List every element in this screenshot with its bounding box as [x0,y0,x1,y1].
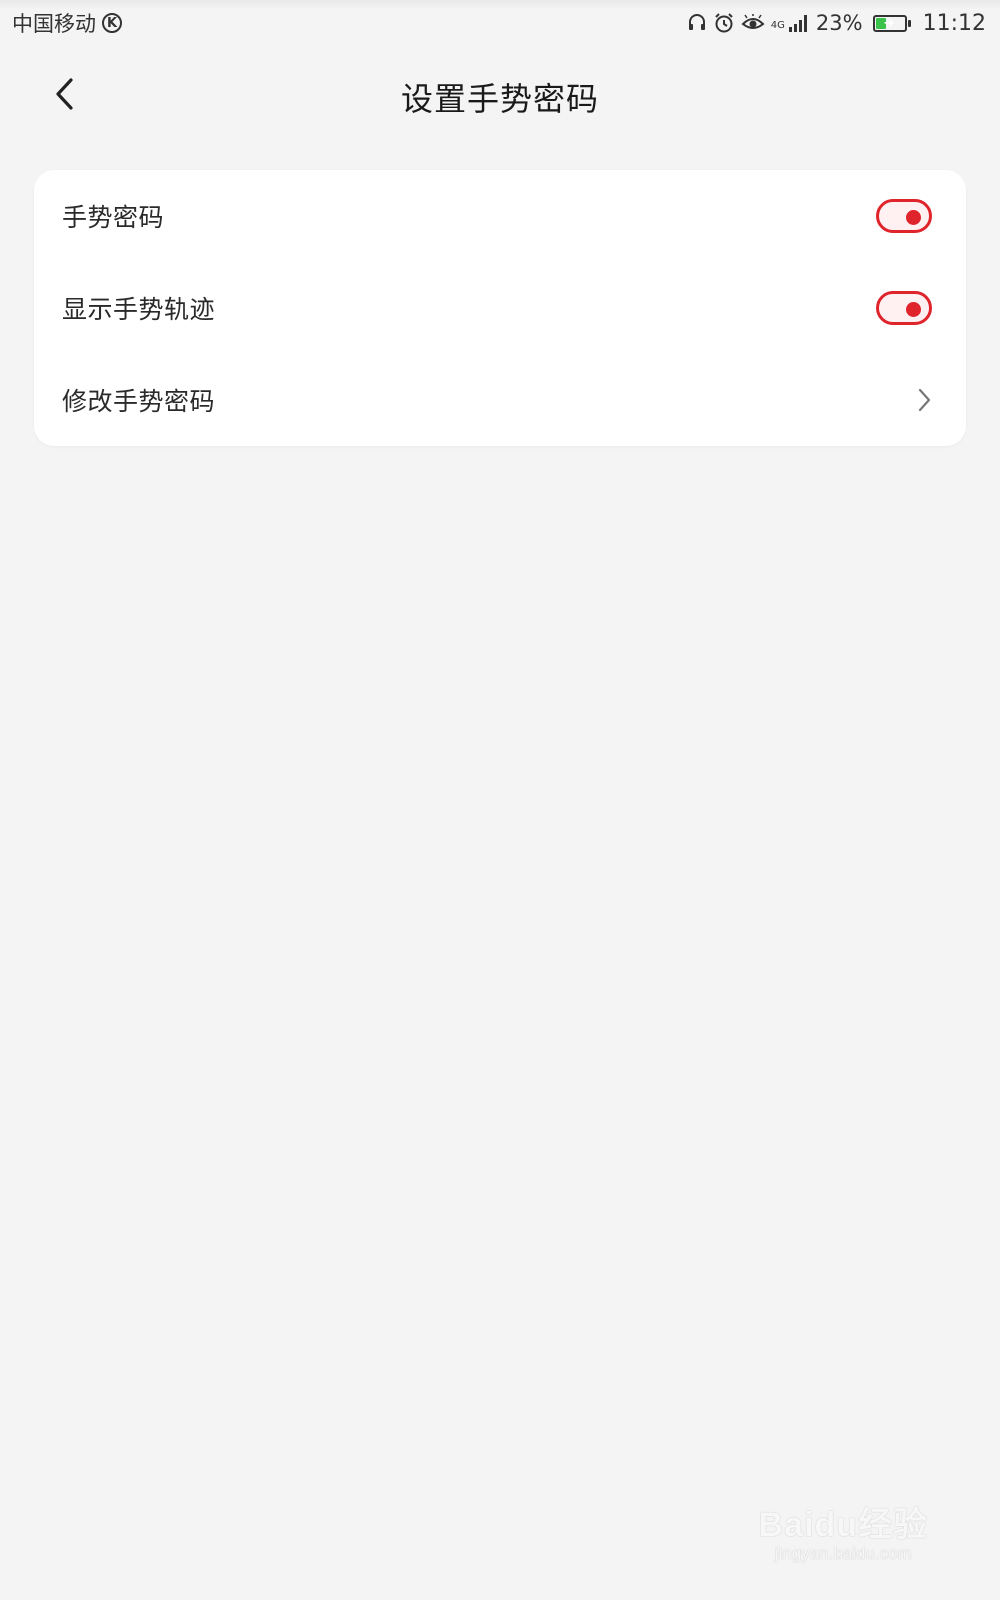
gesture-password-toggle[interactable] [876,199,932,233]
page-header: 设置手势密码 [0,56,1000,132]
change-gesture-password-row[interactable]: 修改手势密码 [34,354,966,446]
battery-percent: 23% [815,11,863,35]
signal-icon [788,13,810,33]
baidu-watermark: Baidu经验 jingyan.baidu.com [759,1497,928,1564]
carrier-name: 中国移动 [12,12,96,36]
chevron-right-icon [916,387,932,413]
toggle-knob [906,210,921,225]
gesture-password-row: 手势密码 [34,170,966,262]
settings-card: 手势密码 显示手势轨迹 修改手势密码 [34,170,966,446]
battery-icon: ➜ [872,14,911,32]
status-bar-right: 4G 23% ➜ 11:12 [687,11,986,36]
carrier-badge-icon: K [102,13,122,33]
watermark-url: jingyan.baidu.com [774,1544,912,1563]
status-bar: 中国移动 K 4G 23% ➜ 11:12 [0,0,1000,46]
watermark-logo: Baidu经验 [758,1506,928,1544]
page-title: 设置手势密码 [400,80,599,118]
alarm-icon [713,12,735,34]
status-bar-left: 中国移动 K [12,8,122,38]
show-gesture-trail-toggle[interactable] [876,291,932,325]
headset-icon [687,13,707,33]
network-type-label: 4G [770,19,785,31]
charging-bolt-icon: ➜ [883,15,895,31]
gesture-password-label: 手势密码 [62,203,165,232]
status-time: 11:12 [922,10,986,36]
show-gesture-trail-row: 显示手势轨迹 [34,262,966,354]
eye-comfort-icon [741,14,765,32]
toggle-knob [906,302,921,317]
show-gesture-trail-label: 显示手势轨迹 [62,295,216,324]
change-gesture-password-label: 修改手势密码 [62,387,216,416]
